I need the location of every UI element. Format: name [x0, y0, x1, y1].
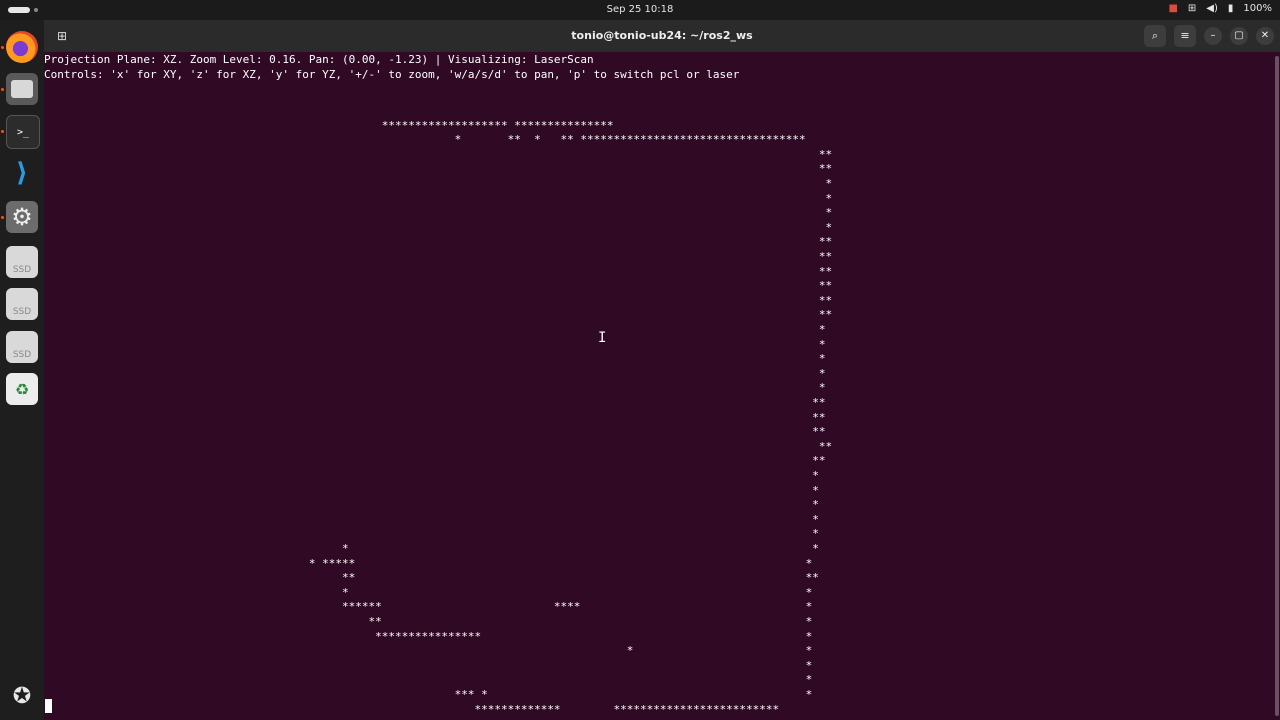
- plot-line: *: [44, 191, 833, 205]
- plot-line: ************* *************************: [44, 702, 780, 716]
- plot-line: **: [44, 235, 833, 249]
- system-top-bar: Sep 25 10:18 ■ ⊞ ◀) ▮ 100%: [0, 0, 1280, 20]
- screen-record-icon[interactable]: ■: [1168, 3, 1177, 15]
- plot-line: **************** *: [44, 629, 813, 643]
- firefox-icon[interactable]: [6, 31, 38, 63]
- ssd-drive-icon[interactable]: SSD: [6, 288, 38, 320]
- plot-line: * *: [44, 585, 813, 599]
- plot-line: **: [44, 264, 833, 278]
- running-indicator: [1, 130, 4, 133]
- plot-line: ****** **** *: [44, 600, 813, 614]
- terminal-scrollbar[interactable]: [1274, 52, 1280, 720]
- plot-line: * ** * ** ******************************…: [44, 133, 806, 147]
- vscode-icon[interactable]: ⟩: [6, 157, 38, 189]
- dock: >_ ⟩ ⚙ SSD SSD SSD ♻ ✪: [0, 20, 44, 720]
- plot-line: *: [44, 177, 833, 190]
- ssd-drive-icon[interactable]: SSD: [6, 246, 38, 278]
- terminal-icon[interactable]: >_: [6, 115, 40, 149]
- plot-line: *: [44, 527, 819, 541]
- maximize-icon[interactable]: ▢: [1230, 27, 1248, 45]
- terminal-caret: [45, 699, 52, 713]
- running-indicator: [1, 46, 4, 49]
- window-controls: ⌕ ≡ – ▢ ✕: [1144, 25, 1274, 47]
- system-tray[interactable]: ■ ⊞ ◀) ▮ 100%: [1168, 3, 1272, 15]
- close-icon[interactable]: ✕: [1256, 27, 1274, 45]
- plot-line: *: [44, 366, 826, 380]
- search-icon[interactable]: ⌕: [1144, 25, 1166, 47]
- scrollbar-thumb[interactable]: [1275, 56, 1279, 716]
- plot-line: **: [44, 454, 826, 468]
- plot-line: *: [44, 469, 819, 482]
- plot-line: * *: [44, 644, 813, 658]
- ubuntu-icon[interactable]: ✪: [6, 680, 38, 712]
- plot-line: ** **: [44, 571, 819, 585]
- projection-status-line: Projection Plane: XZ. Zoom Level: 0.16. …: [44, 53, 594, 66]
- plot-line: **: [44, 279, 833, 293]
- plot-line: *: [44, 658, 813, 672]
- plot-line: **: [44, 147, 833, 161]
- plot-line: * ***** *: [44, 556, 813, 570]
- plot-line: *: [44, 323, 826, 336]
- minimize-icon[interactable]: –: [1204, 27, 1222, 45]
- running-indicator: [1, 216, 4, 219]
- terminal-output[interactable]: Projection Plane: XZ. Zoom Level: 0.16. …: [44, 52, 1274, 720]
- plot-line: **: [44, 250, 833, 263]
- trash-icon[interactable]: ♻: [6, 373, 38, 405]
- plot-line: *: [44, 206, 833, 220]
- plot-line: *: [44, 381, 826, 395]
- plot-line: *: [44, 352, 826, 366]
- plot-line: *: [44, 337, 826, 351]
- plot-line: **: [44, 425, 826, 439]
- menu-icon[interactable]: ≡: [1174, 25, 1196, 47]
- plot-line: ******************* ***************: [44, 118, 614, 132]
- window-title: tonio@tonio-ub24: ~/ros2_ws: [571, 29, 753, 42]
- battery-percent: 100%: [1243, 3, 1272, 14]
- running-indicator: [1, 88, 4, 91]
- plot-line: *: [44, 512, 819, 526]
- plot-line: * *: [44, 542, 819, 555]
- controls-help-line: Controls: 'x' for XY, 'z' for XZ, 'y' fo…: [44, 68, 740, 81]
- network-icon[interactable]: ⊞: [1188, 3, 1196, 15]
- plot-line: *: [44, 220, 833, 234]
- plot-line: **: [44, 439, 833, 453]
- plot-line: **: [44, 410, 826, 424]
- plot-line: **: [44, 308, 833, 322]
- terminal-title-bar[interactable]: ⊞ tonio@tonio-ub24: ~/ros2_ws ⌕ ≡ – ▢ ✕: [44, 20, 1280, 52]
- battery-icon[interactable]: ▮: [1228, 3, 1234, 15]
- plot-line: *** * *: [44, 688, 813, 701]
- plot-line: **: [44, 162, 833, 176]
- system-clock[interactable]: Sep 25 10:18: [0, 4, 1280, 15]
- text-cursor-icon: I: [598, 330, 607, 346]
- plot-line: **: [44, 293, 833, 307]
- plot-line: *: [44, 483, 819, 497]
- plot-line: **: [44, 396, 826, 409]
- settings-icon[interactable]: ⚙: [6, 201, 38, 233]
- files-icon[interactable]: [6, 73, 38, 105]
- plot-line: *: [44, 498, 819, 512]
- ssd-drive-icon[interactable]: SSD: [6, 331, 38, 363]
- plot-line: *: [44, 673, 813, 687]
- volume-icon[interactable]: ◀): [1206, 3, 1218, 15]
- plot-line: ** *: [44, 615, 813, 628]
